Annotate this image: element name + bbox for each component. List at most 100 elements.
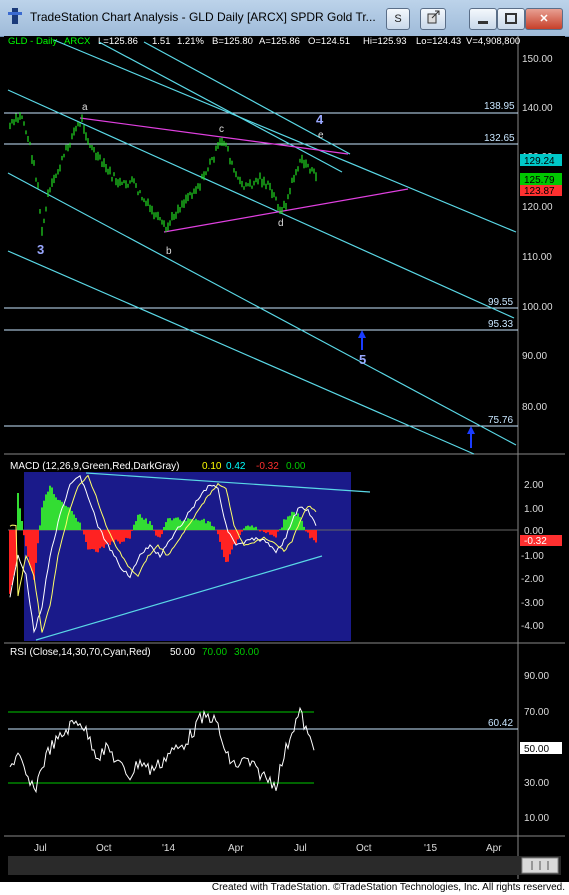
rsi-label: RSI (Close,14,30,70,Cyan,Red)	[10, 647, 151, 658]
level-label: 138.95	[484, 101, 515, 112]
rsi-tick: 10.00	[524, 813, 549, 824]
macd-value: 0.00	[286, 461, 306, 472]
macd-histogram-bar	[295, 516, 297, 530]
price-tick: 120.00	[522, 202, 553, 213]
wave-label-e: e	[318, 130, 324, 141]
macd-histogram-bar	[155, 530, 157, 536]
macd-histogram-bar	[145, 518, 147, 530]
macd-histogram-bar	[227, 530, 229, 562]
macd-histogram-bar	[89, 530, 91, 550]
macd-histogram-bar	[125, 530, 127, 538]
macd-histogram-bar	[245, 526, 247, 530]
price-tick: 100.00	[522, 302, 553, 313]
macd-histogram-bar	[33, 530, 35, 580]
macd-histogram-bar	[27, 530, 29, 557]
macd-tick: -3.00	[521, 598, 544, 609]
macd-histogram-bar	[261, 530, 263, 531]
title-bar[interactable]: TradeStation Chart Analysis - GLD Daily …	[0, 0, 569, 37]
price-tick: 140.00	[522, 103, 553, 114]
price-axis: 150.00 140.00 130.00 120.00 110.00 100.0…	[522, 54, 553, 413]
macd-histogram-bar	[157, 530, 159, 537]
macd-histogram-bar	[75, 517, 77, 530]
rsi-tick: 90.00	[524, 671, 549, 682]
macd-histogram-bar	[143, 519, 145, 530]
chart-area[interactable]: GLD - Daily ARCX L=125.86 1.51 1.21% B=125.80…	[4, 36, 565, 879]
macd-histogram-bar	[53, 494, 55, 530]
s-button[interactable]: S	[386, 8, 410, 30]
macd-histogram-bar	[195, 518, 197, 530]
macd-histogram-bar	[287, 516, 289, 530]
header-value: 1.51	[152, 36, 171, 47]
macd-histogram-bar	[221, 530, 223, 550]
macd-histogram-bar	[55, 497, 57, 530]
wave-label-5: 5	[359, 352, 366, 367]
macd-highlight-box	[24, 472, 351, 641]
macd-values: 0.10 0.42 -0.32 0.00	[202, 461, 306, 472]
macd-histogram-bar	[117, 530, 119, 542]
macd-histogram-bar	[71, 511, 73, 530]
macd-histogram-bar	[41, 507, 43, 530]
macd-histogram-bar	[151, 525, 153, 530]
time-label: Apr	[228, 843, 244, 854]
macd-histogram-bar	[187, 518, 189, 530]
rsi-values: 50.00 70.00 30.00	[170, 647, 259, 658]
rsi-tick: 30.00	[524, 778, 549, 789]
macd-histogram-bar	[211, 525, 213, 530]
macd-histogram-bar	[165, 522, 167, 530]
macd-histogram-bar	[273, 530, 275, 537]
macd-histogram-bar	[201, 519, 203, 530]
time-label: '15	[424, 843, 437, 854]
macd-histogram-bar	[225, 530, 227, 562]
macd-histogram-bar	[51, 487, 53, 530]
link-button[interactable]	[420, 8, 446, 30]
macd-histogram-bar	[203, 518, 205, 530]
scrollbar-track[interactable]	[8, 856, 561, 875]
macd-histogram-bar	[73, 514, 75, 530]
macd-histogram-bar	[223, 530, 225, 558]
close-button[interactable]: ✕	[525, 8, 563, 30]
macd-histogram-bar	[127, 530, 129, 539]
macd-histogram-bar	[23, 530, 25, 536]
macd-histogram-bar	[135, 521, 137, 530]
level-label: 95.33	[488, 319, 513, 330]
macd-histogram-bar	[267, 530, 269, 533]
price-bars	[9, 112, 317, 236]
macd-histogram-bar	[219, 530, 221, 542]
macd-histogram-bar	[253, 527, 255, 530]
macd-histogram-bar	[197, 520, 199, 530]
target-arrows	[358, 330, 475, 448]
macd-histogram-bar	[123, 530, 125, 542]
header-value: O=124.51	[308, 36, 350, 47]
header-value: Hi=125.93	[363, 36, 407, 47]
price-badge: 123.87	[524, 186, 555, 197]
price-tick: 110.00	[522, 252, 552, 263]
macd-histogram-bar	[11, 530, 13, 585]
macd-histogram-bar	[137, 514, 139, 530]
macd-histogram-bar	[147, 523, 149, 530]
chart-window: TradeStation Chart Analysis - GLD Daily …	[0, 0, 569, 882]
scrollbar[interactable]	[8, 856, 561, 875]
macd-histogram-bar	[115, 530, 117, 540]
macd-histogram-bar	[119, 530, 121, 544]
macd-histogram-bar	[313, 530, 315, 541]
tradestation-logo-icon	[8, 8, 22, 24]
minimize-button[interactable]	[469, 8, 497, 30]
macd-histogram-bar	[21, 521, 23, 530]
level-labels: 138.95 132.65 99.55 95.33 75.76	[484, 101, 515, 426]
macd-histogram-bar	[29, 530, 31, 566]
arrow-up-icon	[358, 330, 366, 350]
macd-histogram-bar	[263, 530, 265, 532]
macd-histogram-bar	[307, 530, 309, 533]
macd-histogram-bar	[217, 530, 219, 535]
maximize-button[interactable]	[497, 8, 525, 30]
macd-histogram-bar	[9, 530, 11, 594]
macd-value: -0.32	[256, 461, 279, 472]
macd-tick: 2.00	[524, 480, 544, 491]
macd-histogram-bar	[45, 494, 47, 530]
header-value: Lo=124.43	[416, 36, 461, 47]
macd-histogram-bar	[283, 519, 285, 530]
time-axis: Jul Oct '14 Apr Jul Oct '15 Apr	[34, 843, 502, 854]
macd-histogram-bar	[43, 500, 45, 530]
macd-histogram-bar	[93, 530, 95, 550]
macd-histogram-bar	[241, 530, 243, 532]
